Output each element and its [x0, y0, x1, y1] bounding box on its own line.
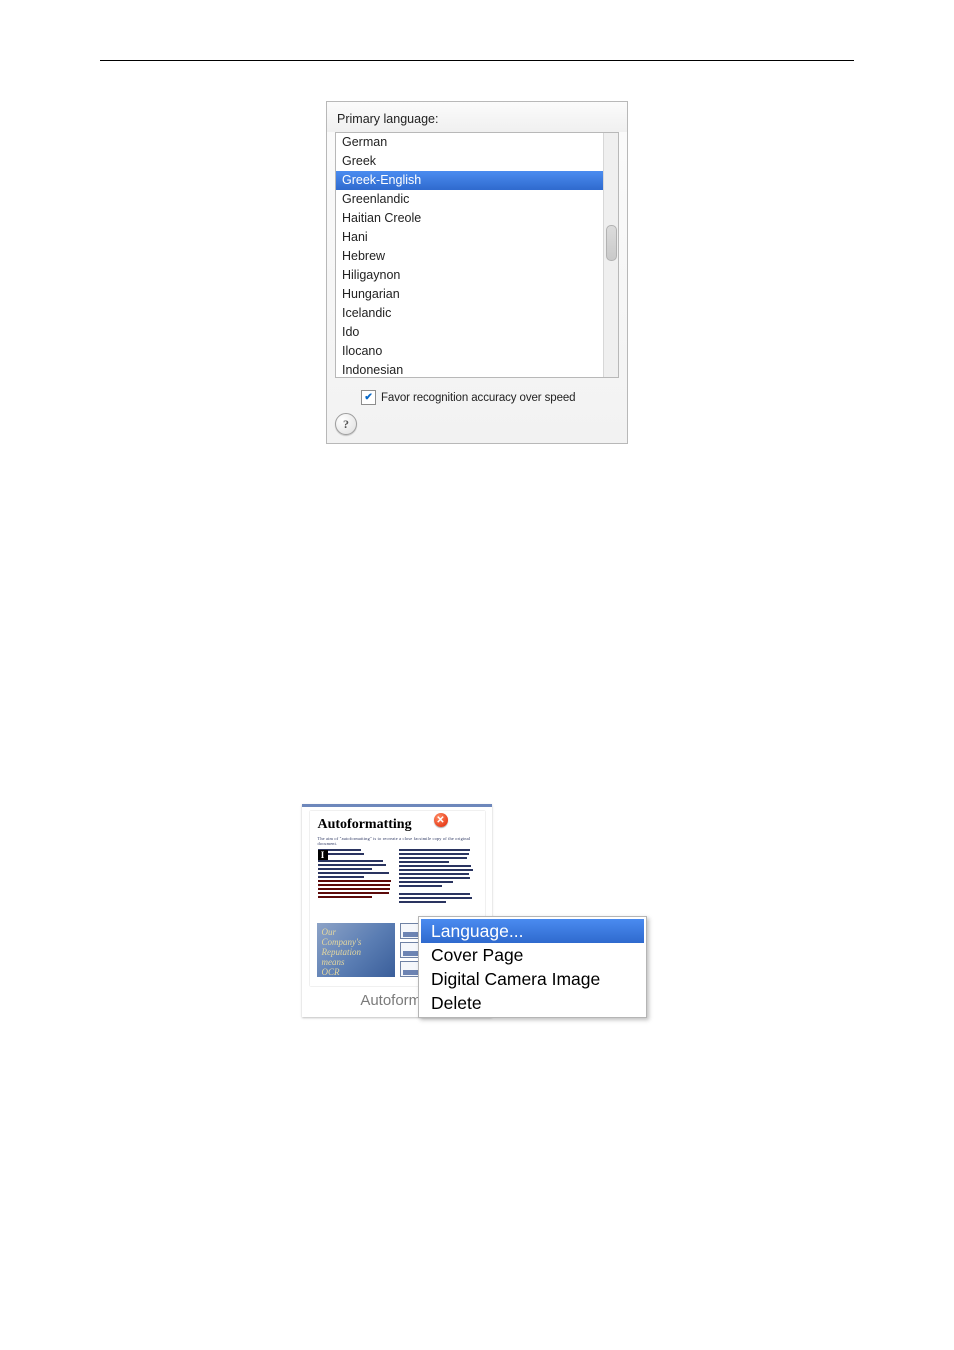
- favor-accuracy-checkbox[interactable]: ✔: [361, 390, 376, 405]
- context-menu[interactable]: Language... Cover Page Digital Camera Im…: [418, 916, 647, 1018]
- doc-dropcap: I: [318, 850, 328, 860]
- doc-text-columns: I: [318, 849, 477, 905]
- primary-language-label: Primary language:: [327, 102, 627, 132]
- favor-accuracy-label: Favor recognition accuracy over speed: [381, 392, 575, 404]
- lang-option-selected[interactable]: Greek-English: [336, 171, 604, 190]
- lang-option[interactable]: Indonesian: [336, 361, 604, 377]
- lang-option[interactable]: Icelandic: [336, 304, 604, 323]
- favor-accuracy-row: ✔ Favor recognition accuracy over speed: [327, 384, 627, 409]
- lang-option[interactable]: Greek: [336, 152, 604, 171]
- top-rule: [100, 60, 854, 61]
- lang-option[interactable]: Greenlandic: [336, 190, 604, 209]
- lang-option[interactable]: Ilocano: [336, 342, 604, 361]
- chart-icon: [400, 942, 420, 958]
- lang-option[interactable]: Ido: [336, 323, 604, 342]
- chart-icon: [400, 923, 420, 939]
- scrollbar[interactable]: [603, 133, 618, 377]
- menu-item-language[interactable]: Language...: [421, 919, 644, 943]
- lang-option[interactable]: Hani: [336, 228, 604, 247]
- lang-option[interactable]: Hungarian: [336, 285, 604, 304]
- autoformat-figure: ✕ Autoformatting The aim of "autoformatt…: [302, 804, 652, 1017]
- chart-icon: [400, 961, 420, 977]
- menu-item-delete[interactable]: Delete: [421, 991, 644, 1015]
- lang-option[interactable]: German: [336, 133, 604, 152]
- doc-photo: Our Company's Reputation means OCR: [317, 923, 395, 977]
- close-icon[interactable]: ✕: [434, 813, 448, 827]
- language-listbox-inner: German Greek Greek-English Greenlandic H…: [336, 133, 604, 377]
- language-listbox[interactable]: German Greek Greek-English Greenlandic H…: [335, 132, 619, 378]
- lang-option[interactable]: Hiligaynon: [336, 266, 604, 285]
- doc-charts: [400, 923, 420, 980]
- help-icon[interactable]: ?: [335, 413, 357, 435]
- menu-item-cover-page[interactable]: Cover Page: [421, 943, 644, 967]
- lang-option[interactable]: Hebrew: [336, 247, 604, 266]
- primary-language-panel: Primary language: German Greek Greek-Eng…: [326, 101, 628, 444]
- scrollbar-thumb[interactable]: [606, 225, 617, 261]
- lang-option[interactable]: Haitian Creole: [336, 209, 604, 228]
- doc-subtitle: The aim of "autoformatting" is to recrea…: [318, 836, 477, 846]
- menu-item-digital-camera-image[interactable]: Digital Camera Image: [421, 967, 644, 991]
- doc-title: Autoformatting: [318, 817, 485, 833]
